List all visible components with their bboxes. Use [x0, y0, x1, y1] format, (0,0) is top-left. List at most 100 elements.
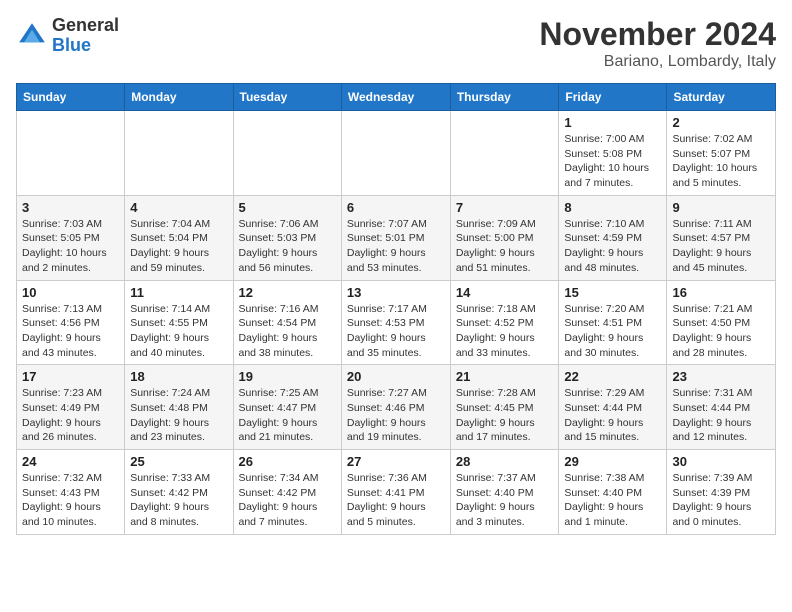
- calendar-day-cell: 22 Sunrise: 7:29 AMSunset: 4:44 PMDayligh…: [559, 365, 667, 450]
- calendar-day-cell: [17, 111, 125, 196]
- day-info: Sunrise: 7:29 AMSunset: 4:44 PMDaylight:…: [564, 386, 661, 445]
- calendar-week-row: 24 Sunrise: 7:32 AMSunset: 4:43 PMDayligh…: [17, 450, 776, 535]
- day-info: Sunrise: 7:20 AMSunset: 4:51 PMDaylight:…: [564, 302, 661, 361]
- calendar-day-cell: 8 Sunrise: 7:10 AMSunset: 4:59 PMDaylight…: [559, 195, 667, 280]
- day-number: 23: [672, 369, 770, 384]
- day-number: 18: [130, 369, 227, 384]
- day-number: 20: [347, 369, 445, 384]
- calendar-day-cell: [341, 111, 450, 196]
- calendar-day-cell: 4Sunrise: 7:04 AMSunset: 5:04 PMDaylight…: [125, 195, 233, 280]
- day-info: Sunrise: 7:32 AMSunset: 4:43 PMDaylight:…: [22, 471, 119, 530]
- day-info: Sunrise: 7:38 AMSunset: 4:40 PMDaylight:…: [564, 471, 661, 530]
- day-info: Sunrise: 7:16 AMSunset: 4:54 PMDaylight:…: [239, 302, 336, 361]
- day-number: 9: [672, 200, 770, 215]
- day-info: Sunrise: 7:13 AMSunset: 4:56 PMDaylight:…: [22, 302, 119, 361]
- day-info: Sunrise: 7:33 AMSunset: 4:42 PMDaylight:…: [130, 471, 227, 530]
- day-info: Sunrise: 7:06 AMSunset: 5:03 PMDaylight:…: [239, 217, 336, 276]
- calendar-day-cell: 29 Sunrise: 7:38 AMSunset: 4:40 PMDayligh…: [559, 450, 667, 535]
- day-number: 24: [22, 454, 119, 469]
- day-number: 17: [22, 369, 119, 384]
- day-number: 15: [564, 285, 661, 300]
- logo-general: General: [52, 15, 119, 35]
- day-number: 16: [672, 285, 770, 300]
- weekday-header: Thursday: [450, 84, 559, 111]
- day-number: 29: [564, 454, 661, 469]
- day-number: 1: [564, 115, 661, 130]
- day-info: Sunrise: 7:37 AMSunset: 4:40 PMDaylight:…: [456, 471, 554, 530]
- day-info: Sunrise: 7:27 AMSunset: 4:46 PMDaylight:…: [347, 386, 445, 445]
- day-info: Sunrise: 7:00 AMSunset: 5:08 PMDaylight:…: [564, 132, 661, 191]
- calendar-day-cell: 11 Sunrise: 7:14 AMSunset: 4:55 PMDayligh…: [125, 280, 233, 365]
- calendar-week-row: 10Sunrise: 7:13 AMSunset: 4:56 PMDayligh…: [17, 280, 776, 365]
- weekday-header: Tuesday: [233, 84, 341, 111]
- day-number: 27: [347, 454, 445, 469]
- calendar-day-cell: [233, 111, 341, 196]
- day-number: 8: [564, 200, 661, 215]
- day-number: 2: [672, 115, 770, 130]
- day-info: Sunrise: 7:28 AMSunset: 4:45 PMDaylight:…: [456, 386, 554, 445]
- day-info: Sunrise: 7:10 AMSunset: 4:59 PMDaylight:…: [564, 217, 661, 276]
- day-info: Sunrise: 7:36 AMSunset: 4:41 PMDaylight:…: [347, 471, 445, 530]
- logo-text: General Blue: [52, 16, 119, 56]
- calendar-day-cell: [125, 111, 233, 196]
- weekday-header: Wednesday: [341, 84, 450, 111]
- day-number: 30: [672, 454, 770, 469]
- day-info: Sunrise: 7:21 AMSunset: 4:50 PMDaylight:…: [672, 302, 770, 361]
- weekday-header: Monday: [125, 84, 233, 111]
- day-info: Sunrise: 7:31 AMSunset: 4:44 PMDaylight:…: [672, 386, 770, 445]
- day-number: 6: [347, 200, 445, 215]
- calendar-day-cell: 17Sunrise: 7:23 AMSunset: 4:49 PMDayligh…: [17, 365, 125, 450]
- calendar-day-cell: 13Sunrise: 7:17 AMSunset: 4:53 PMDayligh…: [341, 280, 450, 365]
- calendar-day-cell: 6Sunrise: 7:07 AMSunset: 5:01 PMDaylight…: [341, 195, 450, 280]
- calendar-day-cell: 14 Sunrise: 7:18 AMSunset: 4:52 PMDayligh…: [450, 280, 559, 365]
- calendar-day-cell: 5 Sunrise: 7:06 AMSunset: 5:03 PMDaylight…: [233, 195, 341, 280]
- day-number: 5: [239, 200, 336, 215]
- calendar-day-cell: 19Sunrise: 7:25 AMSunset: 4:47 PMDayligh…: [233, 365, 341, 450]
- calendar-day-cell: 12Sunrise: 7:16 AMSunset: 4:54 PMDayligh…: [233, 280, 341, 365]
- calendar-day-cell: [450, 111, 559, 196]
- day-info: Sunrise: 7:34 AMSunset: 4:42 PMDaylight:…: [239, 471, 336, 530]
- calendar-day-cell: 15 Sunrise: 7:20 AMSunset: 4:51 PMDayligh…: [559, 280, 667, 365]
- calendar-day-cell: 7Sunrise: 7:09 AMSunset: 5:00 PMDaylight…: [450, 195, 559, 280]
- weekday-header: Saturday: [667, 84, 776, 111]
- calendar-day-cell: 16 Sunrise: 7:21 AMSunset: 4:50 PMDayligh…: [667, 280, 776, 365]
- day-number: 22: [564, 369, 661, 384]
- calendar-day-cell: 20 Sunrise: 7:27 AMSunset: 4:46 PMDayligh…: [341, 365, 450, 450]
- calendar-day-cell: 30 Sunrise: 7:39 AMSunset: 4:39 PMDayligh…: [667, 450, 776, 535]
- calendar-day-cell: 27 Sunrise: 7:36 AMSunset: 4:41 PMDayligh…: [341, 450, 450, 535]
- day-info: Sunrise: 7:03 AMSunset: 5:05 PMDaylight:…: [22, 217, 119, 276]
- day-number: 11: [130, 285, 227, 300]
- day-number: 14: [456, 285, 554, 300]
- calendar-day-cell: 24 Sunrise: 7:32 AMSunset: 4:43 PMDayligh…: [17, 450, 125, 535]
- weekday-header: Sunday: [17, 84, 125, 111]
- calendar-day-cell: 25Sunrise: 7:33 AMSunset: 4:42 PMDayligh…: [125, 450, 233, 535]
- title-block: November 2024 Bariano, Lombardy, Italy: [539, 16, 776, 71]
- day-info: Sunrise: 7:39 AMSunset: 4:39 PMDaylight:…: [672, 471, 770, 530]
- day-info: Sunrise: 7:09 AMSunset: 5:00 PMDaylight:…: [456, 217, 554, 276]
- day-info: Sunrise: 7:18 AMSunset: 4:52 PMDaylight:…: [456, 302, 554, 361]
- day-number: 19: [239, 369, 336, 384]
- day-number: 13: [347, 285, 445, 300]
- calendar-day-cell: 3 Sunrise: 7:03 AMSunset: 5:05 PMDaylight…: [17, 195, 125, 280]
- calendar-day-cell: 28 Sunrise: 7:37 AMSunset: 4:40 PMDayligh…: [450, 450, 559, 535]
- day-info: Sunrise: 7:14 AMSunset: 4:55 PMDaylight:…: [130, 302, 227, 361]
- day-info: Sunrise: 7:02 AMSunset: 5:07 PMDaylight:…: [672, 132, 770, 191]
- page-header: General Blue November 2024 Bariano, Lomb…: [16, 16, 776, 71]
- calendar-day-cell: 2 Sunrise: 7:02 AMSunset: 5:07 PMDaylight…: [667, 111, 776, 196]
- day-info: Sunrise: 7:24 AMSunset: 4:48 PMDaylight:…: [130, 386, 227, 445]
- calendar-week-row: 17Sunrise: 7:23 AMSunset: 4:49 PMDayligh…: [17, 365, 776, 450]
- calendar-day-cell: 1 Sunrise: 7:00 AMSunset: 5:08 PMDaylight…: [559, 111, 667, 196]
- logo-blue: Blue: [52, 35, 91, 55]
- logo-icon: [16, 20, 48, 52]
- calendar-day-cell: 26 Sunrise: 7:34 AMSunset: 4:42 PMDayligh…: [233, 450, 341, 535]
- day-number: 3: [22, 200, 119, 215]
- day-number: 26: [239, 454, 336, 469]
- calendar-week-row: 3 Sunrise: 7:03 AMSunset: 5:05 PMDaylight…: [17, 195, 776, 280]
- calendar-day-cell: 9Sunrise: 7:11 AMSunset: 4:57 PMDaylight…: [667, 195, 776, 280]
- calendar-day-cell: 23 Sunrise: 7:31 AMSunset: 4:44 PMDayligh…: [667, 365, 776, 450]
- day-number: 28: [456, 454, 554, 469]
- weekday-header-row: SundayMondayTuesdayWednesdayThursdayFrid…: [17, 84, 776, 111]
- day-number: 4: [130, 200, 227, 215]
- logo: General Blue: [16, 16, 119, 56]
- calendar-week-row: 1 Sunrise: 7:00 AMSunset: 5:08 PMDaylight…: [17, 111, 776, 196]
